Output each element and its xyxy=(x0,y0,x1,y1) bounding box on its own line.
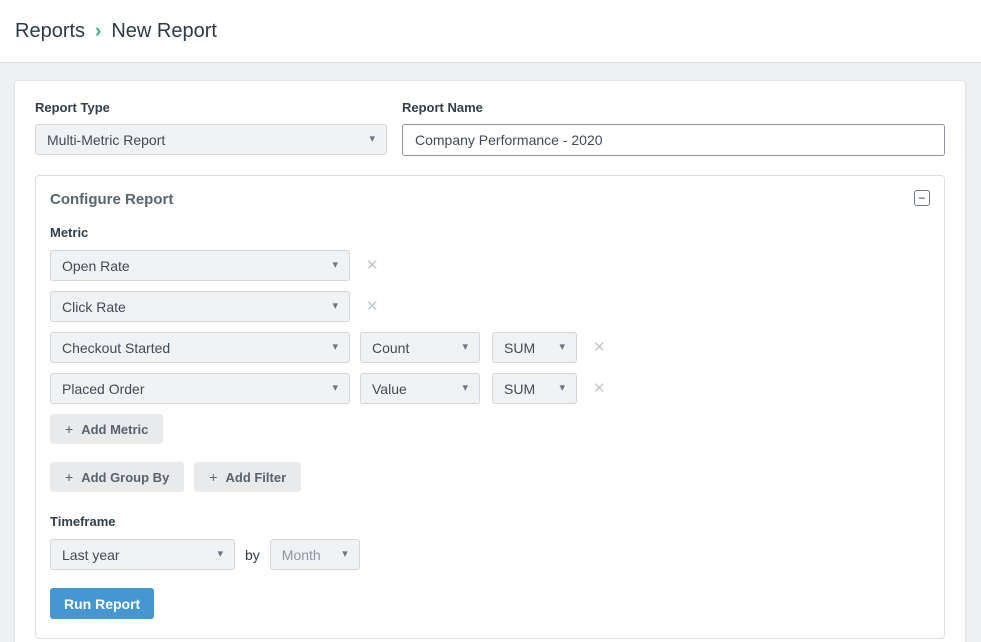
chevron-down-icon: ▾ xyxy=(369,134,375,145)
add-filter-label: Add Filter xyxy=(225,470,286,485)
chevron-down-icon: ▾ xyxy=(332,301,338,312)
metric-select[interactable]: Checkout Started ▾ xyxy=(50,332,350,363)
group-filter-row: + Add Group By + Add Filter xyxy=(50,462,930,492)
metric-row: Placed Order ▾ Value ▾ SUM ▾ ✕ xyxy=(50,373,930,404)
minus-icon: − xyxy=(918,192,925,204)
chevron-down-icon: ▾ xyxy=(559,342,565,353)
timeframe-range-select[interactable]: Last year ▾ xyxy=(50,539,235,570)
report-type-value: Multi-Metric Report xyxy=(47,132,165,148)
measurement-value: Value xyxy=(372,381,407,397)
report-name-label: Report Name xyxy=(402,100,945,115)
chevron-down-icon: ▾ xyxy=(217,549,223,560)
chevron-down-icon: ▾ xyxy=(342,549,348,560)
report-meta-row: Report Type Multi-Metric Report ▾ Report… xyxy=(35,100,945,156)
plus-icon: + xyxy=(209,469,217,485)
metric-section-label: Metric xyxy=(50,225,930,240)
page-title: New Report xyxy=(111,20,217,43)
report-type-field: Report Type Multi-Metric Report ▾ xyxy=(35,100,387,156)
add-filter-button[interactable]: + Add Filter xyxy=(194,462,301,492)
aggregation-select[interactable]: SUM ▾ xyxy=(492,373,577,404)
chevron-right-icon: › xyxy=(95,21,101,43)
chevron-down-icon: ▾ xyxy=(559,383,565,394)
metric-row: Open Rate ▾ ✕ xyxy=(50,250,930,281)
remove-metric-button[interactable]: ✕ xyxy=(593,340,606,355)
aggregation-select[interactable]: SUM ▾ xyxy=(492,332,577,363)
metric-select[interactable]: Click Rate ▾ xyxy=(50,291,350,322)
measurement-value: Count xyxy=(372,340,409,356)
metric-select[interactable]: Open Rate ▾ xyxy=(50,250,350,281)
metric-value: Click Rate xyxy=(62,299,126,315)
report-name-field: Report Name xyxy=(402,100,945,156)
breadcrumb-reports-link[interactable]: Reports xyxy=(15,20,85,43)
timeframe-range-value: Last year xyxy=(62,547,120,563)
chevron-down-icon: ▾ xyxy=(462,342,468,353)
configure-report-title: Configure Report xyxy=(50,189,930,208)
chevron-down-icon: ▾ xyxy=(332,260,338,271)
remove-metric-button[interactable]: ✕ xyxy=(366,299,379,314)
timeframe-interval-select[interactable]: Month ▾ xyxy=(270,539,360,570)
metric-row: Click Rate ▾ ✕ xyxy=(50,291,930,322)
aggregation-value: SUM xyxy=(504,381,535,397)
run-report-button[interactable]: Run Report xyxy=(50,588,154,619)
plus-icon: + xyxy=(65,421,73,437)
add-metric-button[interactable]: + Add Metric xyxy=(50,414,163,444)
plus-icon: + xyxy=(65,469,73,485)
report-builder-card: Report Type Multi-Metric Report ▾ Report… xyxy=(14,80,966,642)
measurement-select[interactable]: Value ▾ xyxy=(360,373,480,404)
remove-metric-button[interactable]: ✕ xyxy=(366,258,379,273)
metric-value: Open Rate xyxy=(62,258,130,274)
configure-report-panel: Configure Report − Metric Open Rate ▾ ✕ … xyxy=(35,175,945,639)
top-bar: Reports › New Report xyxy=(0,0,981,63)
metric-row: Checkout Started ▾ Count ▾ SUM ▾ ✕ xyxy=(50,332,930,363)
chevron-down-icon: ▾ xyxy=(332,342,338,353)
metric-value: Placed Order xyxy=(62,381,144,397)
timeframe-row: Last year ▾ by Month ▾ xyxy=(50,539,930,570)
page: Reports › New Report Report Type Multi-M… xyxy=(0,0,981,642)
chevron-down-icon: ▾ xyxy=(462,383,468,394)
add-group-by-label: Add Group By xyxy=(81,470,169,485)
timeframe-section-label: Timeframe xyxy=(50,514,930,529)
chevron-down-icon: ▾ xyxy=(332,383,338,394)
collapse-panel-button[interactable]: − xyxy=(914,190,930,206)
metric-value: Checkout Started xyxy=(62,340,170,356)
timeframe-interval-value: Month xyxy=(282,547,321,563)
report-type-label: Report Type xyxy=(35,100,387,115)
measurement-select[interactable]: Count ▾ xyxy=(360,332,480,363)
report-type-select[interactable]: Multi-Metric Report ▾ xyxy=(35,124,387,155)
add-group-by-button[interactable]: + Add Group By xyxy=(50,462,184,492)
remove-metric-button[interactable]: ✕ xyxy=(593,381,606,396)
breadcrumb: Reports › New Report xyxy=(15,20,217,43)
add-metric-label: Add Metric xyxy=(81,422,148,437)
by-label: by xyxy=(245,547,260,563)
report-name-input[interactable] xyxy=(402,124,945,156)
aggregation-value: SUM xyxy=(504,340,535,356)
metric-select[interactable]: Placed Order ▾ xyxy=(50,373,350,404)
